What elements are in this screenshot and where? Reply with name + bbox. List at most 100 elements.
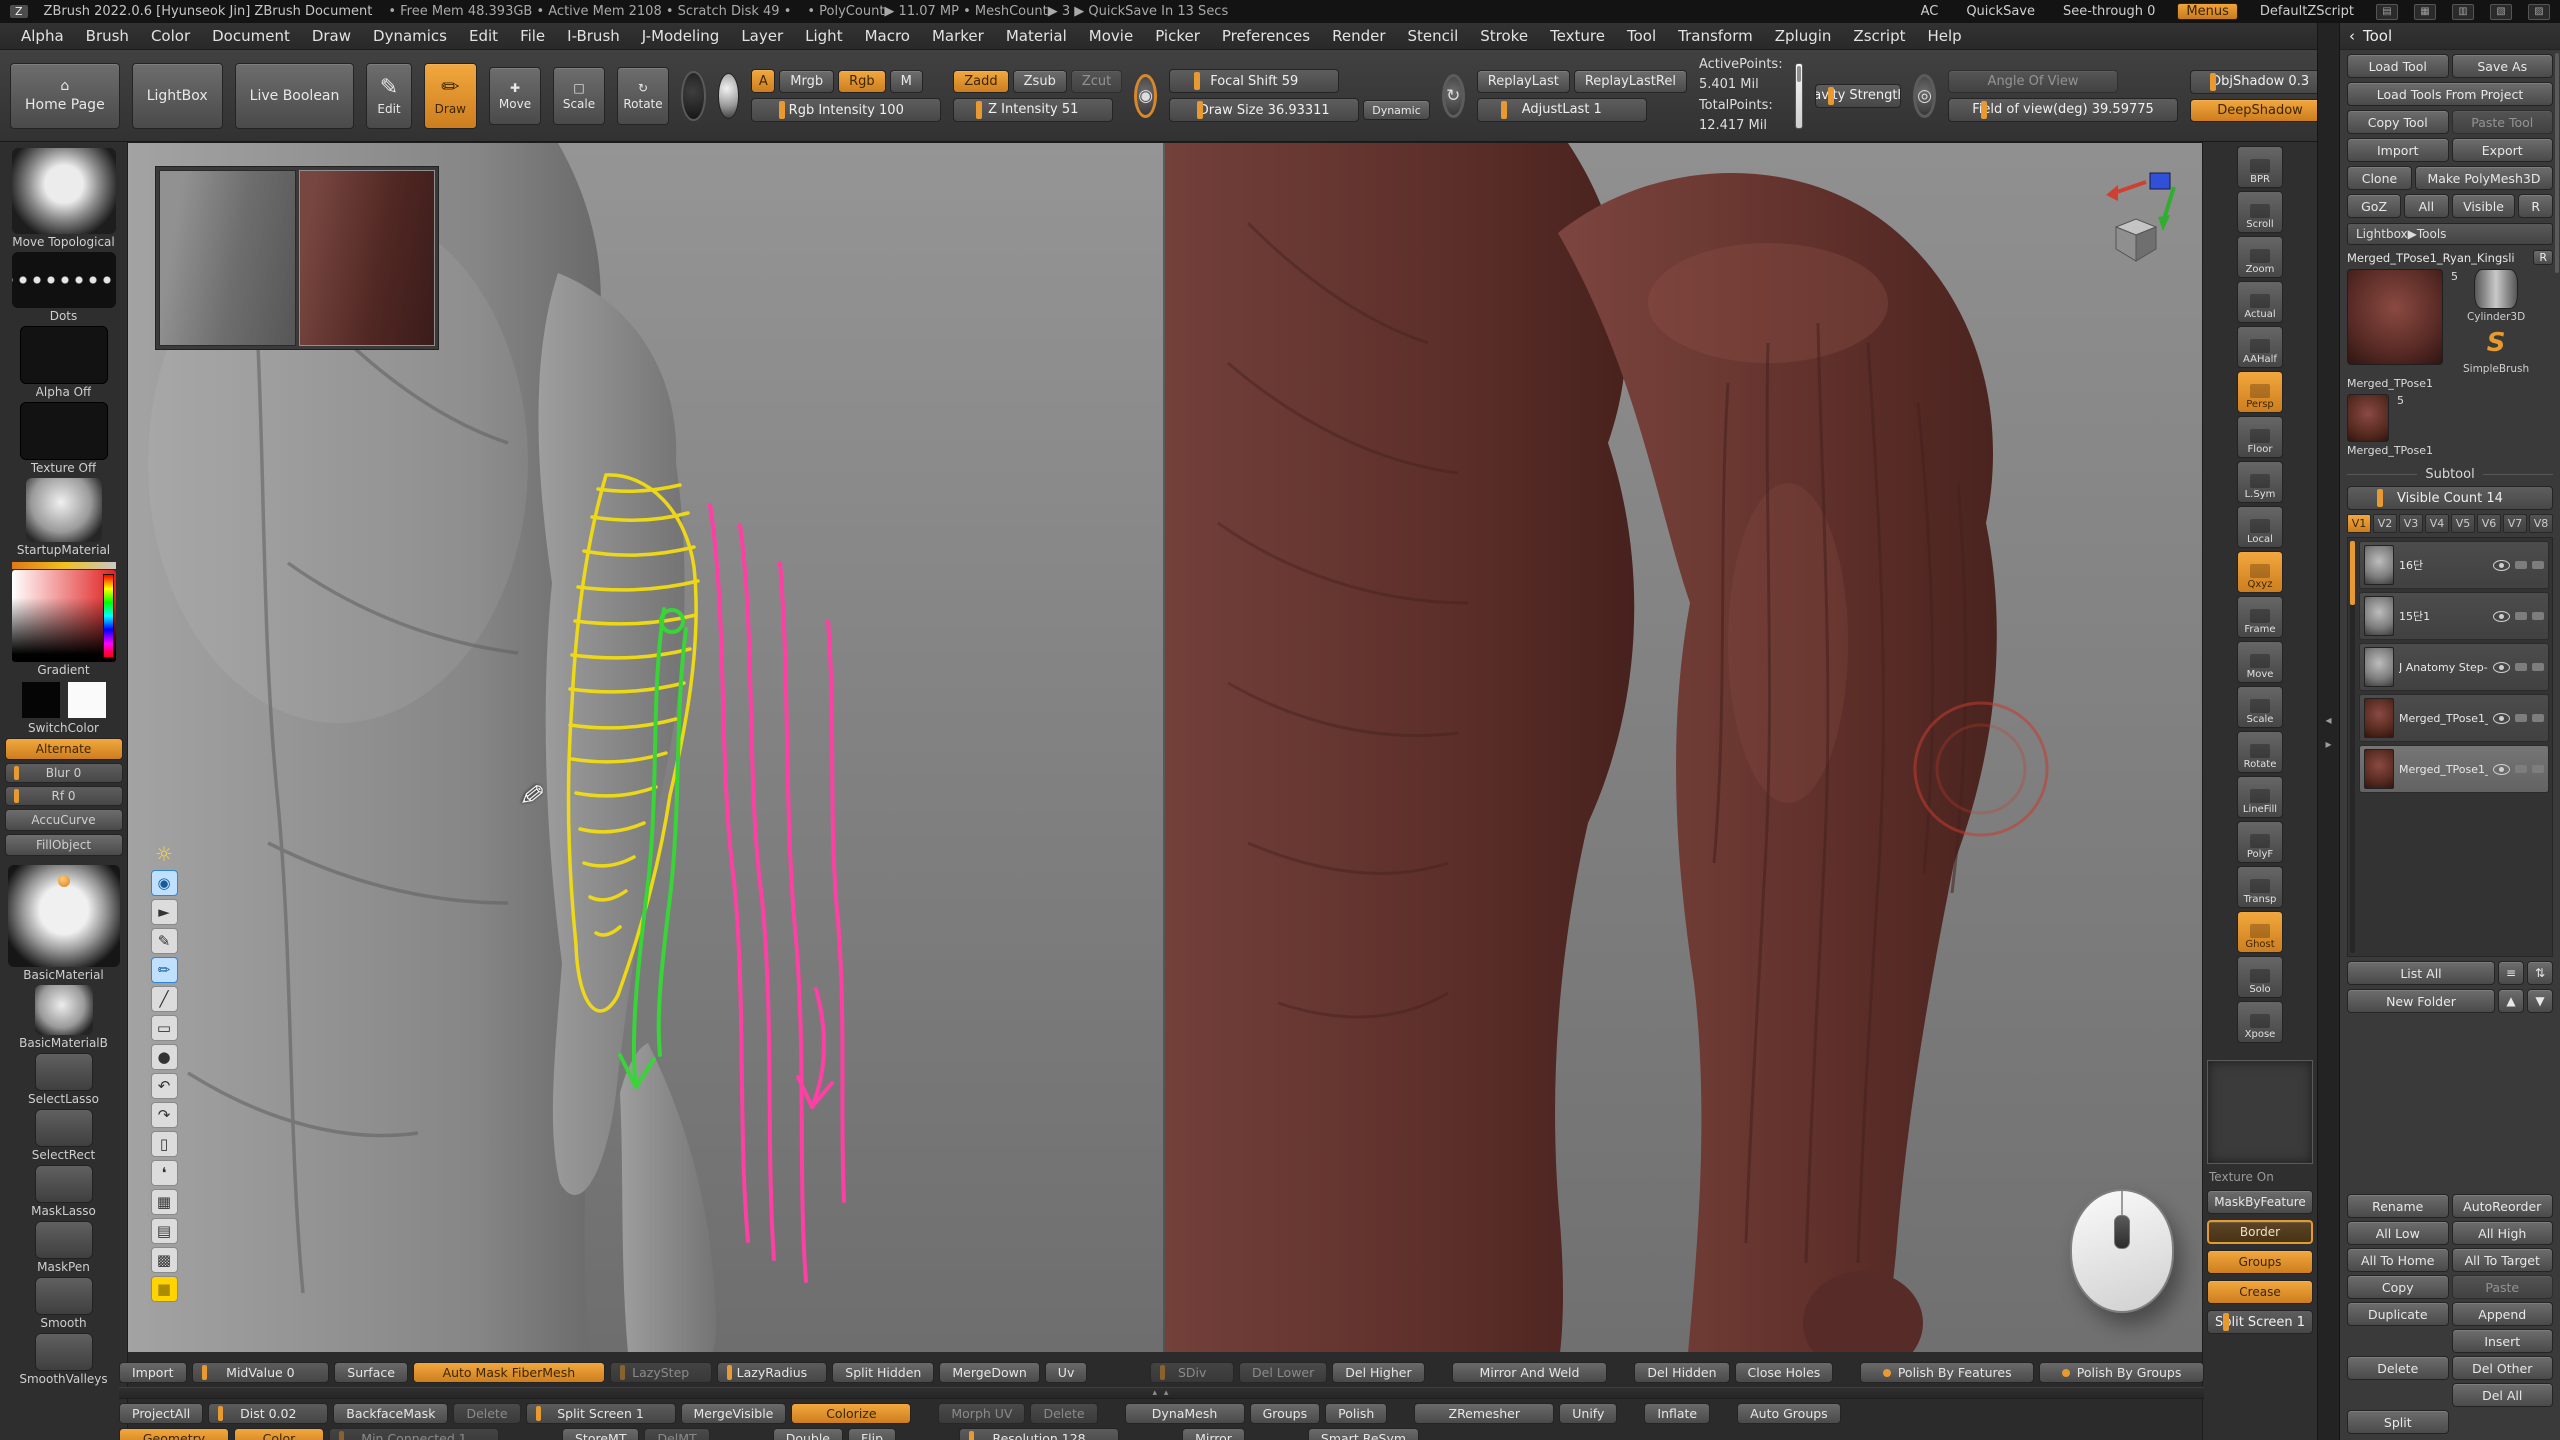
menu-item[interactable]: Zscript [1842, 24, 1916, 48]
menu-item[interactable]: File [509, 24, 556, 48]
floor-button[interactable]: Floor [2237, 416, 2283, 458]
bottom-control[interactable]: ProjectAll [119, 1403, 203, 1424]
subtool-mini-toggle[interactable] [2532, 561, 2544, 569]
document-canvas[interactable]: ☼ ◉ ► ✎ ✏ ╱ ▭ ● ↶ ↷ ▯ ❛ [128, 142, 2202, 1352]
bottom-control[interactable]: ZRemesher [1414, 1403, 1554, 1424]
bottom-control[interactable]: Inflate [1644, 1403, 1710, 1424]
focal-shift-slider[interactable]: Focal Shift 59 [1169, 69, 1339, 93]
rename-button[interactable]: Rename [2347, 1194, 2449, 1218]
bottom-control[interactable]: BackfaceMask [333, 1403, 448, 1424]
visibility-eye-icon[interactable] [2493, 662, 2510, 673]
bottom-control[interactable]: Morph UV [938, 1403, 1025, 1424]
simplebrush-thumbnail[interactable]: S [2476, 325, 2516, 361]
menu-item[interactable]: Material [995, 24, 1078, 48]
menu-item[interactable]: Dynamics [362, 24, 458, 48]
paste-tool-button[interactable]: Paste Tool [2452, 110, 2554, 134]
transparency-button[interactable]: Transp [2237, 866, 2283, 908]
subtool-item[interactable]: 16단 [2359, 541, 2549, 589]
quick-pick-a-badge[interactable]: A [751, 69, 775, 93]
bottom-control[interactable]: Polish By Features [1860, 1362, 2034, 1383]
actual-button[interactable]: Actual [2237, 281, 2283, 323]
material-picker[interactable]: StartupMaterial [4, 478, 124, 557]
obj-shadow-slider[interactable]: ObjShadow 0.3 [2190, 70, 2330, 94]
subtool-tab-v6[interactable]: V6 [2477, 514, 2501, 533]
layout-icon-5[interactable]: ▨ [2528, 4, 2550, 20]
local-symmetry-button[interactable]: L.Sym [2237, 461, 2283, 503]
trash-icon[interactable]: ▯ [151, 1131, 178, 1157]
deep-shadow-button[interactable]: DeepShadow [2190, 99, 2330, 122]
visible-count-slider[interactable]: Visible Count 14 [2347, 486, 2553, 510]
smooth-brush[interactable]: Smooth [4, 1277, 124, 1330]
menu-item[interactable]: Draw [301, 24, 362, 48]
list-icon-button[interactable]: ≡ [2498, 961, 2524, 985]
subtool-mini-toggle[interactable] [2515, 561, 2527, 569]
yellow-color-swatch[interactable]: ■ [151, 1276, 178, 1302]
switch-color[interactable]: SwitchColor [4, 680, 124, 735]
bottom-control[interactable]: LazyRadius [717, 1362, 828, 1383]
bottom-control[interactable]: Surface [334, 1362, 408, 1383]
crease-toggle[interactable]: Crease [2207, 1280, 2313, 1304]
current-brush-picker[interactable]: Move Topological [4, 148, 124, 249]
ghost-button[interactable]: Ghost [2237, 911, 2283, 953]
goz-all-button[interactable]: All [2404, 194, 2448, 218]
bottom-control[interactable]: LazyStep [610, 1362, 712, 1383]
menu-item[interactable]: Alpha [10, 24, 75, 48]
gray-document-thumbnail[interactable] [159, 170, 296, 346]
texture-picker[interactable]: Texture Off [4, 402, 124, 475]
menu-item[interactable]: Light [794, 24, 853, 48]
all-high-button[interactable]: All High [2452, 1221, 2554, 1245]
rgb-intensity-slider[interactable]: Rgb Intensity 100 [751, 98, 941, 122]
xpose-button[interactable]: Xpose [2237, 1001, 2283, 1043]
visibility-eye-icon[interactable] [2493, 764, 2510, 775]
undo-icon[interactable]: ↶ [151, 1073, 178, 1099]
cylinder3d-thumbnail[interactable] [2474, 269, 2518, 309]
bottom-control[interactable]: Dist 0.02 [208, 1403, 328, 1424]
edit-mode-button[interactable]: ✎ Edit [366, 63, 411, 129]
subtool-mini-toggle[interactable] [2515, 612, 2527, 620]
replay-last-rel-button[interactable]: ReplayLastRel [1574, 70, 1687, 93]
basic-material-b-picker[interactable]: BasicMaterialB [4, 985, 124, 1050]
delete-button[interactable]: Delete [2347, 1356, 2449, 1380]
polyframe-button[interactable]: PolyF [2237, 821, 2283, 863]
red-document-thumbnail[interactable] [299, 170, 436, 346]
bottom-control[interactable]: Split Hidden [832, 1362, 934, 1383]
bpr-render-button[interactable]: BPR [2237, 146, 2283, 188]
smooth-valleys-brush[interactable]: SmoothValleys [4, 1333, 124, 1386]
bottom-control[interactable]: Split Screen 1 [526, 1403, 676, 1424]
subtool-scrollbar[interactable] [2350, 541, 2355, 953]
menu-item[interactable]: Color [140, 24, 201, 48]
bottom-control[interactable]: SDiv [1150, 1362, 1234, 1383]
append-button[interactable]: Append [2452, 1302, 2554, 1326]
menu-item[interactable]: Brush [75, 24, 140, 48]
bottom-control[interactable]: DelMT [644, 1428, 709, 1440]
menu-item[interactable]: Movie [1078, 24, 1144, 48]
goz-visible-button[interactable]: Visible [2452, 194, 2516, 218]
menu-item[interactable]: Preferences [1211, 24, 1321, 48]
see-through-slider[interactable]: See-through 0 [2057, 4, 2161, 19]
bottom-control[interactable]: Color [234, 1428, 324, 1440]
save-as-button[interactable]: Save As [2452, 54, 2554, 78]
del-other-button[interactable]: Del Other [2452, 1356, 2554, 1380]
bottom-control[interactable]: Colorize [791, 1403, 911, 1424]
move-mode-button[interactable]: ✚ Move [489, 67, 541, 125]
replay-last-button[interactable]: ReplayLast [1477, 70, 1570, 93]
bottom-control[interactable]: Delete [1030, 1403, 1097, 1424]
material-preview-button[interactable] [718, 73, 740, 119]
menu-item[interactable]: Help [1917, 24, 1973, 48]
bottom-control[interactable]: Uv [1045, 1362, 1088, 1383]
select-lasso-brush[interactable]: SelectLasso [4, 1053, 124, 1106]
bottom-control[interactable]: Min Connected 1 [329, 1428, 499, 1440]
goz-button[interactable]: GoZ [2347, 194, 2401, 218]
bottom-control[interactable]: MergeDown [939, 1362, 1039, 1383]
subtool-mini-toggle[interactable] [2515, 663, 2527, 671]
copy-tool-button[interactable]: Copy Tool [2347, 110, 2449, 134]
qxyz-button[interactable]: Qxyz [2237, 551, 2283, 593]
stroke-picker[interactable]: Dots [4, 252, 124, 323]
visibility-eye-icon[interactable]: ◉ [151, 870, 178, 896]
subtool-mini-toggle[interactable] [2515, 765, 2527, 773]
copy-subtool-button[interactable]: Copy [2347, 1275, 2449, 1299]
brush-size-icon[interactable]: ◉ [1134, 74, 1157, 118]
menu-item[interactable]: Stroke [1469, 24, 1539, 48]
list-all-button[interactable]: List All [2347, 961, 2495, 985]
scroll-button[interactable]: Scroll [2237, 191, 2283, 233]
